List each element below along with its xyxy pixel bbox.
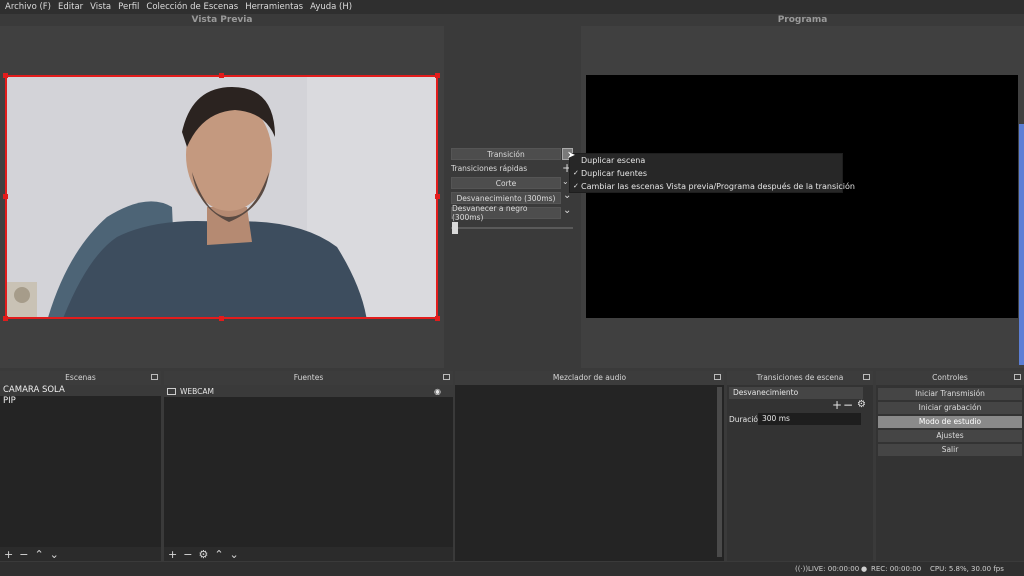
transition-button[interactable]: Transición (451, 148, 561, 160)
remove-icon[interactable]: − (19, 548, 28, 561)
broadcast-icon: ((·)) (795, 565, 809, 573)
source-item[interactable]: WEBCAM ◉ (164, 385, 453, 397)
move-down-icon[interactable]: ⌄ (50, 548, 59, 561)
menu-archivo[interactable]: Archivo (F) (5, 2, 51, 12)
scene-item[interactable]: CAMARA SOLA (0, 385, 161, 396)
cut-button[interactable]: Corte (451, 177, 561, 189)
context-menu-item-cambiar-escenas[interactable]: Cambiar las escenas Vista previa/Program… (581, 182, 855, 191)
scene-transitions-title: Transiciones de escena (756, 373, 844, 382)
context-menu: Duplicar escena ✓ Duplicar fuentes ✓ Cam… (569, 153, 855, 193)
cpu-status: CPU: 5.8%, 30.00 fps (930, 565, 1004, 573)
sources-title: Fuentes (293, 373, 324, 382)
menu-editar[interactable]: Editar (58, 2, 83, 12)
scrollbar[interactable] (1019, 124, 1024, 365)
move-up-icon[interactable]: ⌃ (34, 548, 43, 561)
program-title: Programa (777, 15, 828, 25)
duration-input[interactable]: 300 ms (758, 413, 861, 425)
remove-icon[interactable]: − (183, 548, 192, 561)
source-name: WEBCAM (180, 386, 215, 396)
scene-item[interactable]: PIP (0, 396, 161, 407)
undock-icon[interactable] (1014, 374, 1021, 380)
undock-icon[interactable] (714, 374, 721, 380)
resize-handle-bl[interactable] (3, 316, 8, 321)
undock-icon[interactable] (151, 374, 158, 380)
scenes-toolbar: + − ⌃ ⌄ (0, 547, 161, 561)
resize-handle-l[interactable] (3, 194, 8, 199)
sources-dock: Fuentes WEBCAM ◉ + − ⚙ ⌃ ⌄ (164, 371, 453, 561)
mouse-cursor-icon: ➤ (567, 150, 576, 161)
t-bar-track (451, 227, 573, 229)
t-bar-slider[interactable] (452, 222, 458, 234)
audio-mixer-dock: Mezclador de audio (455, 371, 724, 561)
undock-icon[interactable] (443, 374, 450, 380)
menu-ayuda[interactable]: Ayuda (H) (310, 2, 352, 12)
remove-icon[interactable]: − (843, 398, 853, 412)
scenes-title: Escenas (65, 373, 96, 382)
chevron-down-icon[interactable]: ⌄ (562, 177, 569, 186)
scrollbar[interactable] (717, 387, 722, 557)
status-bar: ((·)) LIVE: 00:00:00 ● REC: 00:00:00 CPU… (0, 562, 1024, 576)
add-icon[interactable]: + (832, 398, 842, 412)
move-up-icon[interactable]: ⌃ (214, 548, 223, 561)
menu-vista[interactable]: Vista (90, 2, 111, 12)
gear-icon[interactable]: ⚙ (198, 548, 208, 561)
undock-icon[interactable] (863, 374, 870, 380)
menu-coleccion-escenas[interactable]: Colección de Escenas (146, 2, 238, 12)
check-icon: ✓ (573, 182, 579, 190)
gear-icon[interactable]: ⚙ (857, 399, 866, 410)
webcam-image (7, 77, 436, 317)
start-recording-button[interactable]: Iniciar grabación (878, 402, 1022, 414)
program-canvas (586, 75, 1018, 318)
scenes-list: CAMARA SOLA PIP (0, 385, 161, 547)
check-icon: ✓ (573, 169, 579, 177)
sources-list: WEBCAM ◉ (164, 385, 453, 547)
controls-title: Controles (932, 373, 968, 382)
quick-transitions-label: Transiciones rápidas (451, 164, 528, 173)
rec-status: REC: 00:00:00 (871, 565, 922, 573)
context-menu-item-duplicar-escena[interactable]: Duplicar escena (581, 156, 645, 165)
resize-handle-t[interactable] (219, 73, 224, 78)
resize-handle-b[interactable] (219, 316, 224, 321)
add-icon[interactable]: + (168, 548, 177, 561)
record-dot-icon: ● (861, 565, 868, 573)
add-icon[interactable]: + (4, 548, 13, 561)
scene-transitions-dock: Transiciones de escena Desvanecimiento +… (727, 371, 873, 561)
sources-toolbar: + − ⚙ ⌃ ⌄ (164, 547, 453, 561)
menu-perfil[interactable]: Perfil (118, 2, 139, 12)
mixer-title: Mezclador de audio (552, 373, 627, 382)
resize-handle-br[interactable] (435, 316, 440, 321)
start-streaming-button[interactable]: Iniciar Transmisión (878, 388, 1022, 400)
preview-canvas[interactable] (5, 75, 438, 319)
context-menu-item-duplicar-fuentes[interactable]: Duplicar fuentes (581, 169, 647, 178)
move-down-icon[interactable]: ⌄ (230, 548, 239, 561)
camera-icon (167, 387, 176, 395)
scenes-dock: Escenas CAMARA SOLA PIP + − ⌃ ⌄ (0, 371, 161, 561)
audio-mixer-body (455, 385, 724, 561)
exit-button[interactable]: Salir (878, 444, 1022, 456)
resize-handle-tl[interactable] (3, 73, 8, 78)
menu-herramientas[interactable]: Herramientas (245, 2, 303, 12)
studio-mode-button[interactable]: Modo de estudio (878, 416, 1022, 428)
fade-to-black-button[interactable]: Desvanecer a negro (300ms) (451, 204, 561, 222)
live-status: LIVE: 00:00:00 (808, 565, 860, 573)
settings-button[interactable]: Ajustes (878, 430, 1022, 442)
controls-dock: Controles Iniciar Transmisión Iniciar gr… (876, 371, 1024, 561)
preview-title: Vista Previa (191, 15, 253, 25)
menu-bar: Archivo (F) Editar Vista Perfil Colecció… (0, 0, 1024, 14)
eye-icon[interactable]: ◉ (434, 387, 441, 396)
resize-handle-tr[interactable] (435, 73, 440, 78)
chevron-down-icon[interactable]: ⌄ (563, 205, 571, 216)
fade-button[interactable]: Desvanecimiento (300ms) (451, 192, 561, 204)
resize-handle-r[interactable] (435, 194, 440, 199)
